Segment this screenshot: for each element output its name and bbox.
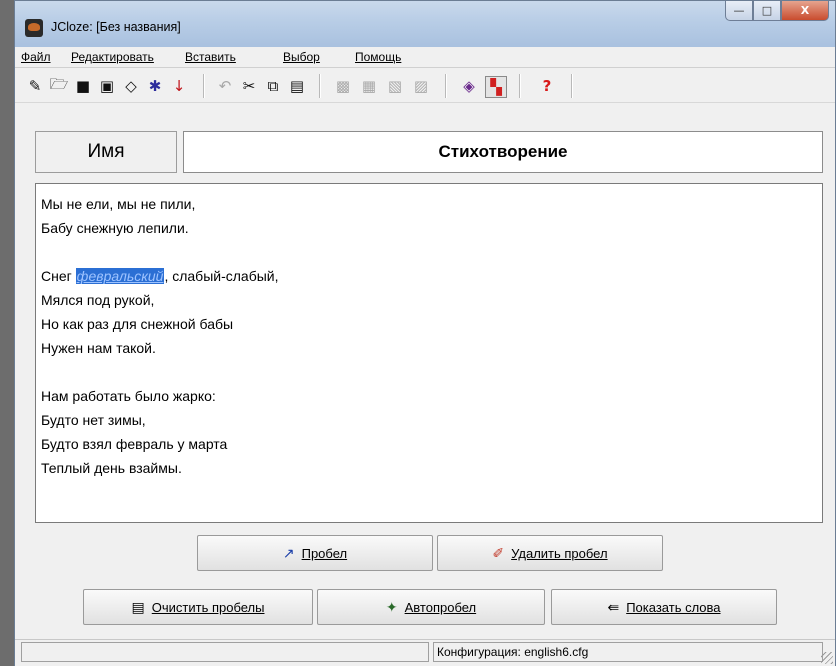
cut-icon[interactable]: ✂ [239, 76, 259, 96]
show-words-button-label: Показать слова [626, 599, 721, 615]
status-bar: Конфигурация: english6.cfg [15, 639, 835, 666]
html-export-icon[interactable]: ◈ [459, 76, 479, 96]
title-field[interactable]: Стихотворение [183, 131, 823, 173]
new-file-icon[interactable]: ✎ [25, 76, 45, 96]
eraser-icon[interactable]: ◇ [121, 76, 141, 96]
close-button[interactable]: X [781, 1, 829, 21]
menu-bar: Файл Редактировать Вставить Выбор Помощь [15, 47, 835, 68]
list-arrow-icon: ⇚ [607, 598, 620, 615]
resize-grip[interactable] [821, 652, 833, 664]
toolbar-separator [571, 74, 573, 98]
clear-gaps-button-label: Очистить пробелы [151, 599, 265, 615]
text-line: Но как раз для снежной бабы [41, 316, 234, 332]
gap-icon-3[interactable]: ▧ [385, 76, 405, 96]
save-as-icon[interactable]: ▣ [97, 76, 117, 96]
menu-file[interactable]: Файл [21, 50, 51, 64]
app-icon[interactable] [25, 19, 43, 37]
network-icon[interactable]: ✱ [145, 76, 165, 96]
text-segment: , слабый-слабый, [164, 268, 279, 284]
help-icon[interactable]: ? [537, 76, 557, 96]
menu-help[interactable]: Помощь [355, 50, 401, 64]
toolbar-separator [203, 74, 205, 98]
gap-word[interactable]: февральский [75, 268, 165, 284]
maximize-button[interactable]: □ [753, 1, 781, 21]
auto-gap-button[interactable]: ✦ Автопробел [317, 589, 545, 625]
gap-word-text: февральский [76, 268, 164, 284]
show-words-button[interactable]: ⇚ Показать слова [551, 589, 777, 625]
window-title: JCloze: [Без названия] [51, 20, 181, 34]
toolbar-separator [445, 74, 447, 98]
menu-select[interactable]: Выбор [283, 50, 320, 64]
text-segment: Снег [41, 268, 76, 284]
clear-list-icon: ▤ [131, 598, 145, 615]
save-icon[interactable]: ■ [73, 76, 93, 96]
toolbar-separator [519, 74, 521, 98]
text-line-with-gap: Снег февральский, слабый-слабый, [41, 264, 822, 288]
menu-edit[interactable]: Редактировать [71, 50, 154, 64]
text-line [41, 360, 822, 384]
export-arrow-icon[interactable]: ↓ [169, 76, 189, 96]
magic-wand-icon: ✦ [385, 598, 398, 615]
palette-icon[interactable]: ▚ [485, 76, 507, 98]
text-line: Будто нет зимы, [41, 412, 146, 428]
name-label: Имя [35, 131, 177, 173]
text-line [41, 240, 822, 264]
gap-button[interactable]: ↗ Пробел [197, 535, 433, 571]
text-line: Бабу снежную лепили. [41, 220, 189, 236]
delete-gap-button[interactable]: ✐ Удалить пробел [437, 535, 663, 571]
title-bar[interactable]: JCloze: [Без названия] — □ X [15, 1, 835, 47]
minimize-button[interactable]: — [725, 1, 753, 21]
gap-icon-1[interactable]: ▩ [333, 76, 353, 96]
gap-icon-4[interactable]: ▨ [411, 76, 431, 96]
text-line: Мялся под рукой, [41, 292, 155, 308]
auto-gap-button-label: Автопробел [404, 599, 477, 615]
delete-gap-button-label: Удалить пробел [511, 545, 608, 561]
window-controls: — □ X [725, 1, 829, 23]
paste-icon[interactable]: ▤ [287, 76, 307, 96]
copy-icon[interactable]: ⧉ [263, 76, 283, 96]
menu-insert[interactable]: Вставить [185, 50, 236, 64]
clear-gaps-button[interactable]: ▤ Очистить пробелы [83, 589, 313, 625]
gap-button-label: Пробел [301, 545, 348, 561]
app-window: JCloze: [Без названия] — □ X Файл Редакт… [14, 0, 836, 666]
text-line: Будто взял февраль у марта [41, 436, 228, 452]
gap-icon: ↗ [282, 544, 295, 561]
undo-icon[interactable]: ↶ [215, 76, 235, 96]
eraser-pen-icon: ✐ [492, 544, 505, 561]
open-folder-icon[interactable]: 🗁 [49, 75, 69, 96]
text-line: Мы не ели, мы не пили, [41, 196, 196, 212]
gap-icon-2[interactable]: ▦ [359, 76, 379, 96]
toolbar-separator [319, 74, 321, 98]
text-line: Теплый день взаймы. [41, 460, 182, 476]
text-line: Нужен нам такой. [41, 340, 156, 356]
status-config: Конфигурация: english6.cfg [433, 642, 823, 662]
status-panel-empty [21, 642, 429, 662]
toolbar: ✎ 🗁 ■ ▣ ◇ ✱ ↓ ↶ ✂ ⧉ ▤ ▩ ▦ ▧ ▨ ◈ ▚ ? [15, 68, 835, 103]
text-line: Нам работать было жарко: [41, 388, 216, 404]
text-editor[interactable]: Мы не ели, мы не пили, Бабу снежную лепи… [35, 183, 823, 523]
